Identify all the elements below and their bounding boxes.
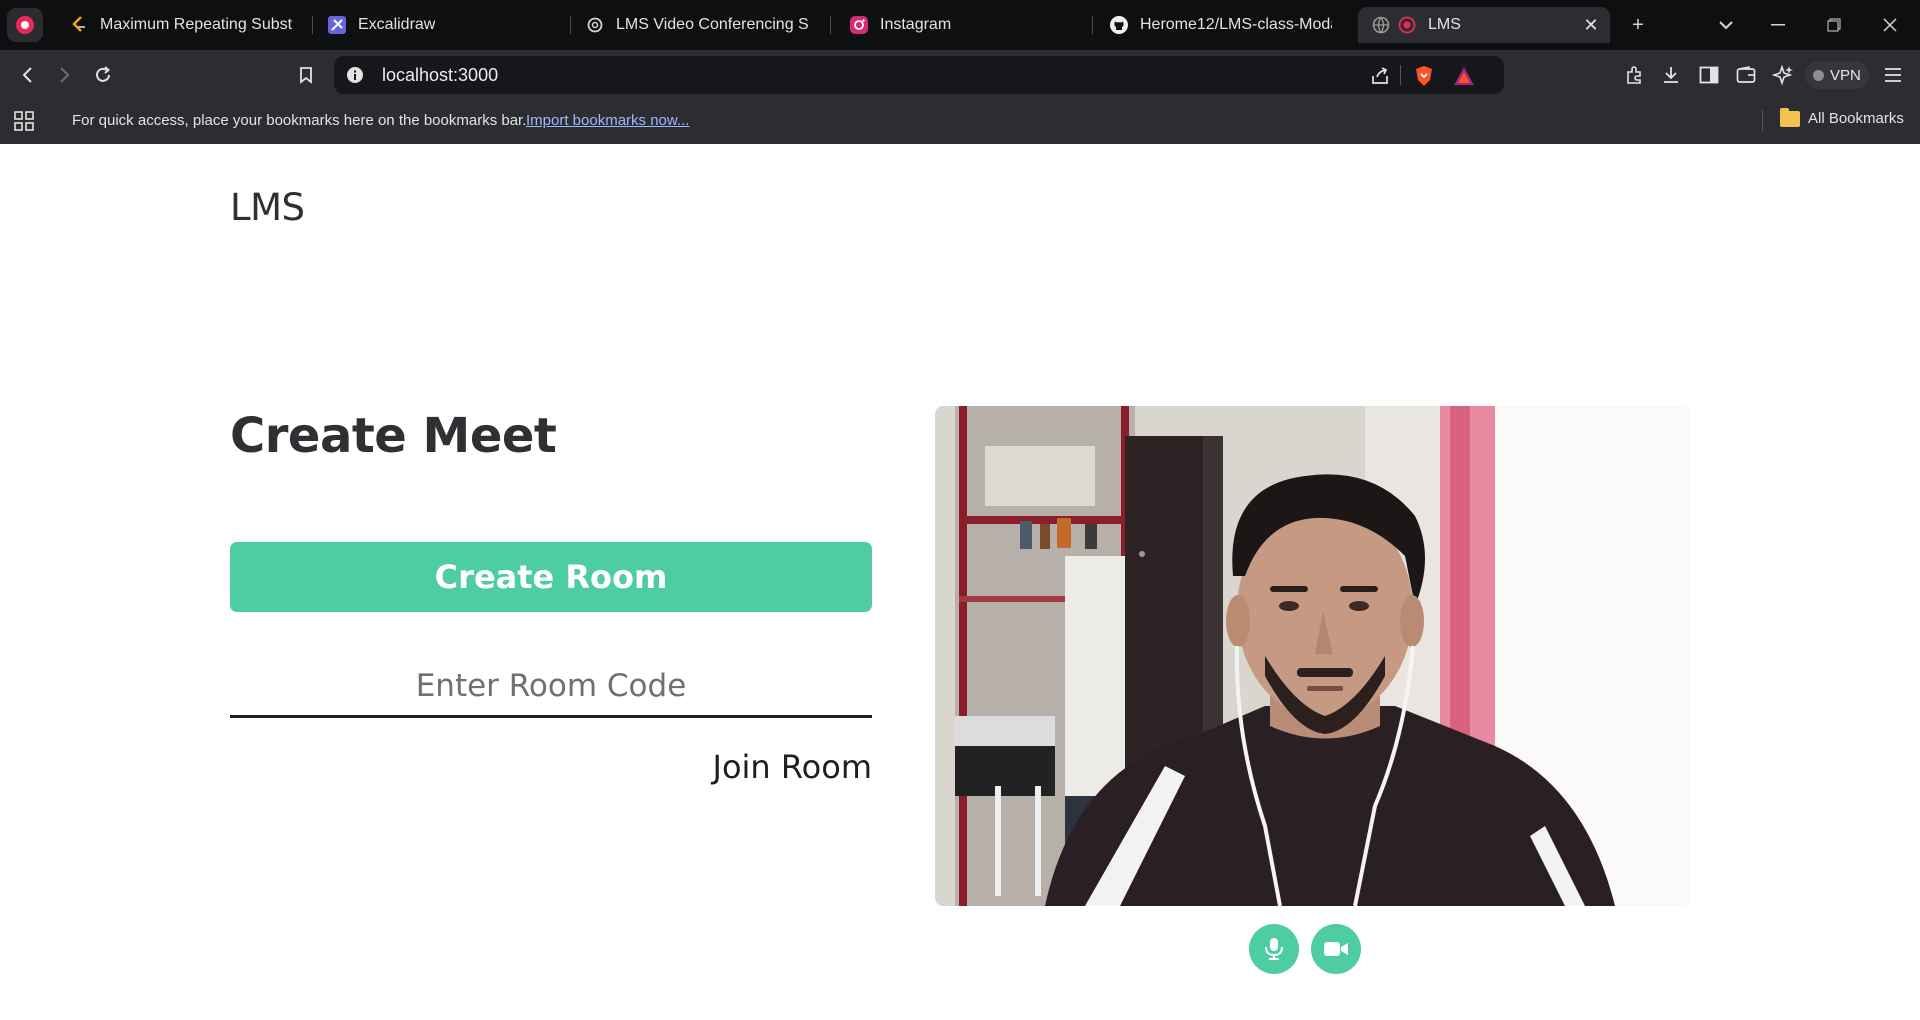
brave-rewards-icon[interactable] <box>1452 64 1476 88</box>
extensions-icon[interactable] <box>1622 62 1648 88</box>
bookmarks-bar: For quick access, place your bookmarks h… <box>0 100 1920 144</box>
microphone-icon <box>1265 938 1283 960</box>
excalidraw-icon <box>328 16 346 34</box>
reload-icon[interactable] <box>90 62 116 88</box>
site-info-icon[interactable] <box>346 66 364 84</box>
tab-separator <box>570 16 571 34</box>
tab-maximum-repeating-substring[interactable]: Maximum Repeating Substring <box>56 7 306 43</box>
webcam-video-feed <box>935 406 1690 906</box>
join-room-button[interactable]: Join Room <box>700 742 872 792</box>
folder-icon <box>1780 107 1800 127</box>
url-text[interactable]: localhost:3000 <box>382 65 498 86</box>
vpn-status-dot <box>1813 69 1824 81</box>
vpn-label: VPN <box>1830 66 1861 84</box>
github-icon <box>1110 16 1128 34</box>
chatgpt-icon <box>586 16 604 34</box>
close-window-icon[interactable] <box>1878 13 1902 37</box>
camera-toggle-button[interactable] <box>1311 924 1361 974</box>
recording-icon <box>1398 16 1416 34</box>
all-bookmarks-button[interactable]: All Bookmarks <box>1780 107 1904 127</box>
close-tab-icon[interactable]: ✕ <box>1582 16 1600 34</box>
globe-icon <box>1372 16 1390 34</box>
forward-arrow-icon[interactable] <box>52 62 78 88</box>
page-content: LMS Create Meet Create Room Join Room <box>0 144 1920 1020</box>
tab-title: Herome12/LMS-class-Modal <box>1140 16 1332 33</box>
wallet-icon[interactable] <box>1733 62 1759 88</box>
bookmarks-hint-text: For quick access, place your bookmarks h… <box>72 112 527 129</box>
create-room-button[interactable]: Create Room <box>230 542 872 612</box>
tab-title: LMS <box>1428 16 1461 33</box>
tab-title: Maximum Repeating Substring <box>100 16 292 33</box>
address-bar[interactable]: localhost:3000 <box>334 56 1504 94</box>
omnibox-divider <box>1400 65 1401 85</box>
instagram-icon <box>850 16 868 34</box>
tab-github-lms-class-modal[interactable]: Herome12/LMS-class-Modal <box>1096 7 1346 43</box>
tab-separator <box>830 16 831 34</box>
minimize-window-icon[interactable] <box>1766 13 1790 37</box>
tab-lms[interactable]: LMS ✕ <box>1358 7 1610 43</box>
all-bookmarks-label: All Bookmarks <box>1808 110 1904 127</box>
leo-ai-icon[interactable] <box>1770 62 1796 88</box>
sidebar-icon[interactable] <box>1696 62 1722 88</box>
tab-title: LMS Video Conferencing Setup <box>616 16 808 33</box>
app-logo[interactable]: LMS <box>230 186 305 229</box>
new-tab-icon[interactable]: + <box>1626 13 1650 37</box>
leetcode-icon <box>70 16 88 34</box>
tab-title: Excalidraw <box>358 16 436 33</box>
hamburger-menu-icon[interactable] <box>1880 62 1906 88</box>
tab-separator <box>312 16 313 34</box>
browser-chrome: Maximum Repeating Substring Excalidraw L… <box>0 0 1920 144</box>
downloads-icon[interactable] <box>1658 62 1684 88</box>
vpn-button[interactable]: VPN <box>1805 61 1869 89</box>
camera-preview <box>935 406 1690 906</box>
tab-strip: Maximum Repeating Substring Excalidraw L… <box>0 0 1920 50</box>
bookmark-icon[interactable] <box>293 62 319 88</box>
back-arrow-icon[interactable] <box>14 62 40 88</box>
microphone-toggle-button[interactable] <box>1249 924 1299 974</box>
share-icon[interactable] <box>1368 64 1392 88</box>
apps-grid-icon[interactable] <box>14 111 34 131</box>
navigation-bar: localhost:3000 VPN <box>0 50 1920 100</box>
tab-search-chevron-icon[interactable] <box>1714 13 1738 37</box>
tab-excalidraw[interactable]: Excalidraw <box>314 7 564 43</box>
brave-record-icon <box>16 16 34 34</box>
tab-separator <box>1092 16 1093 34</box>
brave-shields-icon[interactable] <box>1412 64 1436 88</box>
page-title: Create Meet <box>230 408 557 464</box>
tab-instagram[interactable]: Instagram <box>836 7 1086 43</box>
room-code-input[interactable] <box>230 656 872 718</box>
tab-lms-video-conferencing-setup[interactable]: LMS Video Conferencing Setup <box>572 7 822 43</box>
bookmarks-divider <box>1762 110 1763 132</box>
restore-window-icon[interactable] <box>1822 13 1846 37</box>
tab-title: Instagram <box>880 16 952 33</box>
video-camera-icon <box>1324 942 1348 956</box>
brave-menu-button[interactable] <box>7 8 43 42</box>
import-bookmarks-link[interactable]: Import bookmarks now... <box>526 112 689 129</box>
